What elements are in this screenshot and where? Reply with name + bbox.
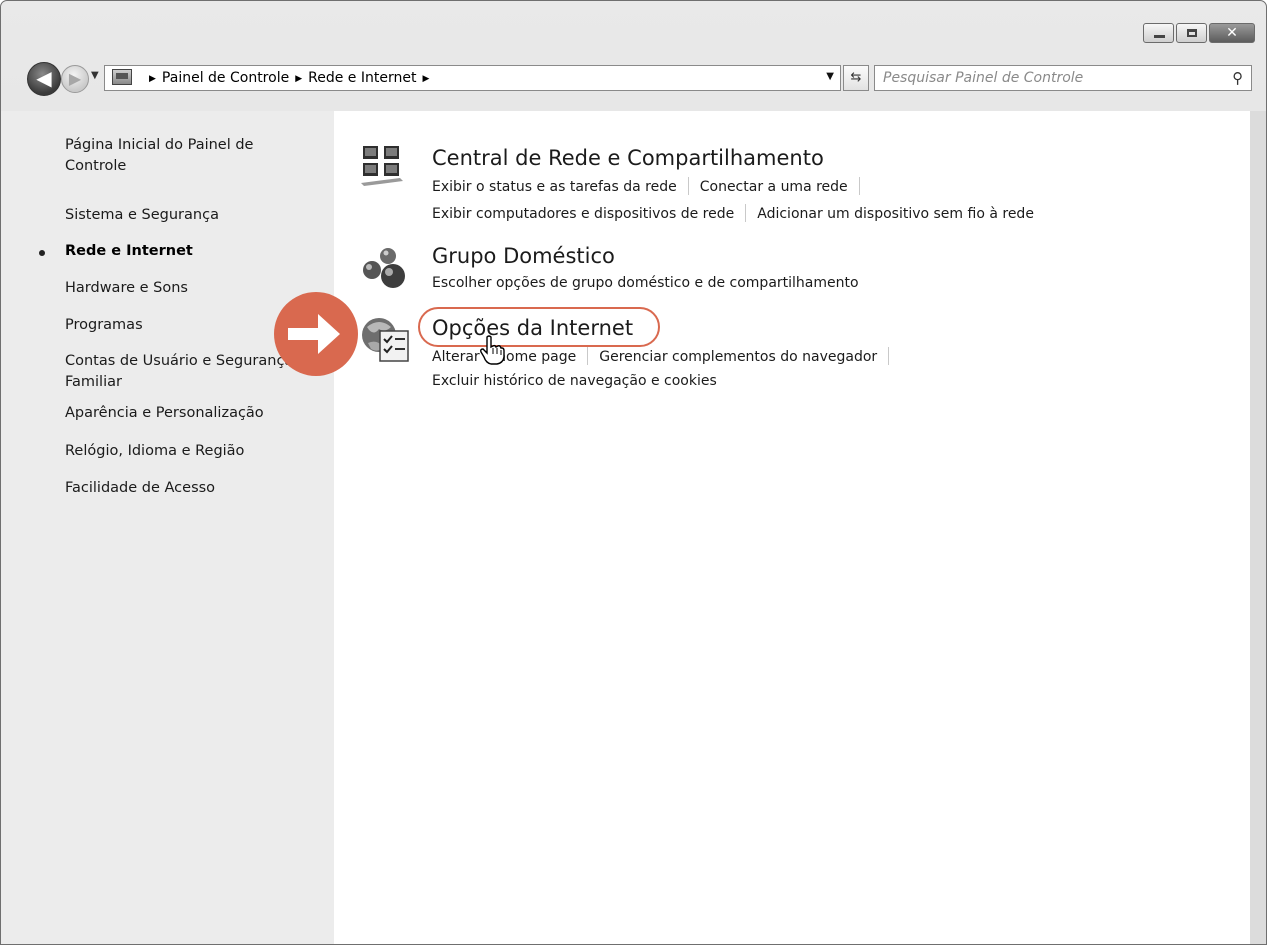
close-button[interactable]: ✕ xyxy=(1209,23,1255,43)
forward-button[interactable]: ▶ xyxy=(61,65,89,93)
task-link[interactable]: Escolher opções de grupo doméstico e de … xyxy=(432,275,859,291)
task-line: Exibir computadores e dispositivos de re… xyxy=(432,204,1034,222)
task-link[interactable]: Exibir o status e as tarefas da rede xyxy=(432,179,677,195)
task-line: Exibir o status e as tarefas da rede Cone… xyxy=(432,177,871,195)
task-link[interactable]: Adicionar um dispositivo sem fio à rede xyxy=(757,206,1034,222)
task-link[interactable]: Excluir histórico de navegação e cookies xyxy=(432,373,717,389)
minimize-button[interactable] xyxy=(1143,23,1174,43)
task-separator xyxy=(888,347,890,365)
internet-options-icon xyxy=(362,318,409,362)
sidebar-item-programs[interactable]: Programas xyxy=(65,315,295,336)
sidebar-item-appearance[interactable]: Aparência e Personalização xyxy=(65,403,295,424)
task-line: Excluir histórico de navegação e cookies xyxy=(432,373,717,389)
category-title-network-center[interactable]: Central de Rede e Compartilhamento xyxy=(432,146,824,170)
forward-arrow-icon: ▶ xyxy=(68,69,82,88)
breadcrumb: ▶ Painel de Controle ▶ Rede e Internet ▶ xyxy=(143,70,435,86)
breadcrumb-chevron-icon[interactable]: ▶ xyxy=(422,74,429,84)
maximize-icon xyxy=(1187,29,1197,37)
window-right-frame xyxy=(1250,111,1266,944)
sidebar-item-home[interactable]: Página Inicial do Painel de Controle xyxy=(65,135,295,177)
minimize-icon xyxy=(1154,35,1165,38)
back-arrow-icon: ◀ xyxy=(36,66,52,90)
homegroup-icon xyxy=(363,248,405,288)
task-line: Escolher opções de grupo doméstico e de … xyxy=(432,275,859,291)
network-center-icon xyxy=(361,146,403,186)
task-link[interactable]: Gerenciar complementos do navegador xyxy=(599,349,877,365)
address-bar[interactable]: ▶ Painel de Controle ▶ Rede e Internet ▶ ▼ xyxy=(104,65,841,91)
task-separator xyxy=(858,177,860,195)
search-icon[interactable]: ⚲ xyxy=(1232,69,1243,87)
sidebar: Página Inicial do Painel de Controle Sis… xyxy=(1,111,334,944)
caption-buttons: ✕ xyxy=(1143,23,1255,43)
sidebar-item-network-internet[interactable]: Rede e Internet xyxy=(65,241,295,262)
breadcrumb-painel-de-controle[interactable]: Painel de Controle xyxy=(162,70,289,86)
sidebar-item-ease-of-access[interactable]: Facilidade de Acesso xyxy=(65,478,295,499)
recent-pages-dropdown[interactable]: ▼ xyxy=(91,70,99,81)
address-dropdown-icon[interactable]: ▼ xyxy=(826,71,834,82)
sidebar-item-hardware-sound[interactable]: Hardware e Sons xyxy=(65,278,295,299)
callout-arrow-icon xyxy=(274,292,358,376)
content-pane: Central de Rede e Compartilhamento Exibi… xyxy=(334,111,1250,944)
breadcrumb-rede-e-internet[interactable]: Rede e Internet xyxy=(308,70,416,86)
hand-cursor-icon xyxy=(480,335,505,365)
highlight-ring xyxy=(418,307,660,347)
control-panel-icon xyxy=(112,69,132,85)
task-separator xyxy=(687,177,689,195)
task-separator xyxy=(745,204,747,222)
sidebar-item-system-security[interactable]: Sistema e Segurança xyxy=(65,205,295,226)
task-separator xyxy=(587,347,589,365)
task-link[interactable]: Conectar a uma rede xyxy=(700,179,848,195)
search-box[interactable]: ⚲ xyxy=(874,65,1252,91)
back-button[interactable]: ◀ xyxy=(27,62,61,96)
control-panel-window: ✕ ◀ ▶ ▼ ▶ Painel de Controle ▶ Rede e Inter… xyxy=(0,0,1267,945)
current-item-bullet-icon xyxy=(39,250,45,256)
sidebar-item-clock-language[interactable]: Relógio, Idioma e Região xyxy=(65,441,295,462)
refresh-icon: ⇆ xyxy=(850,70,862,85)
refresh-button[interactable]: ⇆ xyxy=(843,65,869,91)
maximize-button[interactable] xyxy=(1176,23,1207,43)
breadcrumb-chevron-icon[interactable]: ▶ xyxy=(295,74,302,84)
navigation-bar: ◀ ▶ ▼ ▶ Painel de Controle ▶ Rede e Interne… xyxy=(1,61,1266,101)
breadcrumb-chevron-icon[interactable]: ▶ xyxy=(149,74,156,84)
task-link[interactable]: Exibir computadores e dispositivos de re… xyxy=(432,206,734,222)
search-input[interactable] xyxy=(883,68,1203,88)
category-title-homegroup[interactable]: Grupo Doméstico xyxy=(432,244,615,268)
close-icon: ✕ xyxy=(1226,25,1238,41)
sidebar-item-user-accounts[interactable]: Contas de Usuário e Segurança Familiar xyxy=(65,351,295,393)
